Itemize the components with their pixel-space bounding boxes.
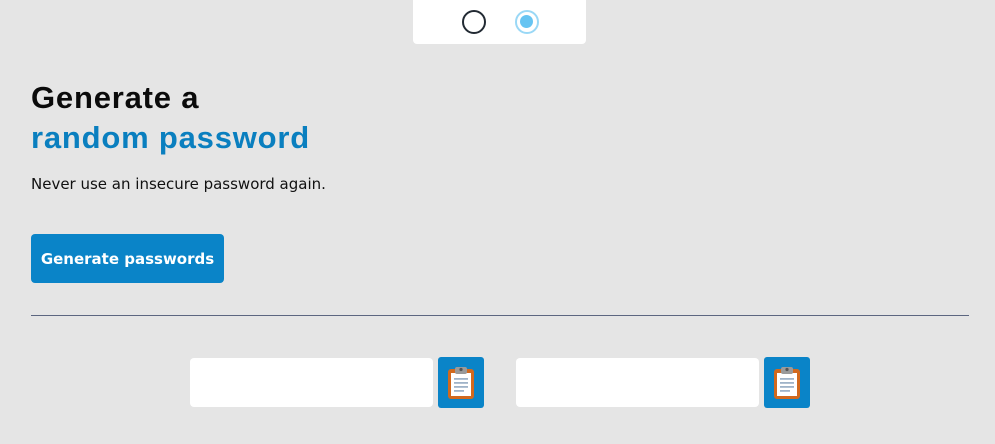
- page-title: Generate a random password: [31, 78, 310, 158]
- headline-line-2: random password: [31, 120, 310, 155]
- copy-button-1[interactable]: [438, 357, 484, 408]
- divider: [31, 315, 969, 316]
- password-field-2[interactable]: [516, 358, 759, 407]
- clipboard-icon: [448, 366, 474, 399]
- password-field-1[interactable]: [190, 358, 433, 407]
- clipboard-icon: [774, 366, 800, 399]
- subtitle: Never use an insecure password again.: [31, 175, 326, 193]
- generate-passwords-button[interactable]: Generate passwords: [31, 234, 224, 283]
- theme-radio-dark[interactable]: [515, 10, 539, 34]
- headline-line-1: Generate a: [31, 80, 200, 115]
- copy-button-2[interactable]: [764, 357, 810, 408]
- theme-toggle: [413, 0, 586, 44]
- theme-radio-light[interactable]: [462, 10, 486, 34]
